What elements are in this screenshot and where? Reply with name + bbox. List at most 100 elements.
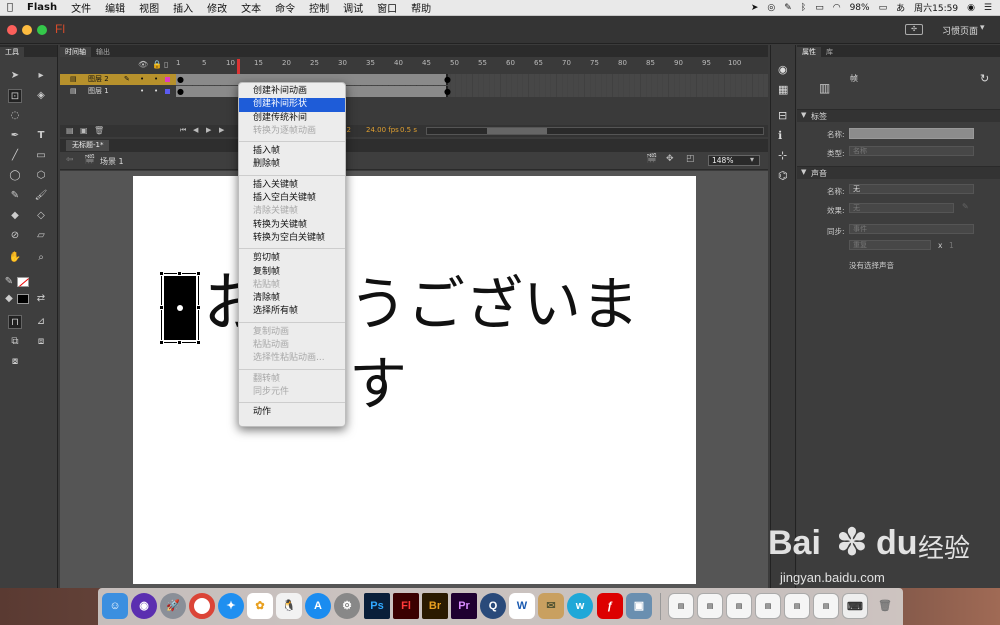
delete-layer-icon[interactable]: 🗑 bbox=[94, 126, 104, 135]
screenshot-thumbnail-icon[interactable]: ▤ bbox=[668, 593, 694, 619]
context-menu-item[interactable]: 转换为关键帧 bbox=[239, 219, 345, 232]
word-icon[interactable]: W bbox=[509, 593, 535, 619]
hand-tool-icon[interactable]: ✋ bbox=[8, 251, 22, 265]
outline-color-swatch[interactable] bbox=[165, 89, 170, 94]
rectangle-tool-icon[interactable]: ▭ bbox=[34, 149, 48, 163]
zoom-window-button[interactable] bbox=[37, 25, 47, 35]
object-drawing-icon[interactable]: ⊓ bbox=[8, 315, 22, 329]
layer-name[interactable]: 图层 1 bbox=[88, 87, 109, 95]
transform-handle[interactable] bbox=[177, 271, 182, 276]
fill-color-icon[interactable]: ◆ bbox=[2, 292, 16, 306]
transform-handle[interactable] bbox=[159, 271, 164, 276]
menu-file[interactable]: 文件 bbox=[64, 0, 98, 15]
sound-name-select[interactable]: 无 bbox=[849, 184, 974, 194]
brush-tool-icon[interactable]: 🖌 bbox=[34, 189, 48, 203]
launchpad-icon[interactable]: 🚀 bbox=[160, 593, 186, 619]
tab-timeline[interactable]: 时间轴 bbox=[60, 47, 91, 57]
document-tab[interactable]: 无标题-1* bbox=[66, 140, 110, 151]
menu-text[interactable]: 文本 bbox=[234, 0, 268, 15]
system-preferences-icon[interactable]: ⚙ bbox=[334, 593, 360, 619]
menu-help[interactable]: 帮助 bbox=[404, 0, 438, 15]
menu-debug[interactable]: 调试 bbox=[336, 0, 370, 15]
sync-icon[interactable]: ◎ bbox=[767, 3, 775, 13]
sync-select[interactable]: 事件 bbox=[849, 224, 974, 234]
stage[interactable]: お うございます bbox=[133, 176, 696, 584]
send-icon[interactable]: ➤ bbox=[751, 3, 759, 13]
premiere-icon[interactable]: Pr bbox=[451, 593, 477, 619]
screenshot-thumbnail-icon[interactable]: ▤ bbox=[697, 593, 723, 619]
ink-bottle-tool-icon[interactable]: ◇ bbox=[34, 209, 48, 223]
input-method-icon[interactable]: あ bbox=[896, 1, 905, 14]
flash-app-icon[interactable]: Fl bbox=[393, 593, 419, 619]
3d-rotation-tool-icon[interactable]: ◈ bbox=[34, 89, 48, 103]
siri-icon[interactable]: ◉ bbox=[131, 593, 157, 619]
paint-bucket-tool-icon[interactable]: ◆ bbox=[8, 209, 22, 223]
siri-icon[interactable]: ◉ bbox=[967, 3, 975, 13]
photoshop-icon[interactable]: Ps bbox=[364, 593, 390, 619]
context-menu-item[interactable]: 转换为空白关键帧 bbox=[239, 232, 345, 245]
oval-tool-icon[interactable]: ◯ bbox=[8, 169, 22, 183]
menu-modify[interactable]: 修改 bbox=[200, 0, 234, 15]
new-layer-icon[interactable]: ▤ bbox=[66, 126, 74, 135]
transform-center-point[interactable] bbox=[177, 305, 183, 311]
sync-settings-icon[interactable]: ✣ bbox=[905, 24, 923, 35]
keyframe-marker[interactable]: ● bbox=[444, 87, 451, 96]
frame-rate[interactable]: 24.00 fps bbox=[366, 126, 399, 134]
chrome-icon[interactable] bbox=[189, 593, 215, 619]
context-menu-item[interactable]: 创建补间形状 bbox=[239, 98, 345, 112]
battery-icon[interactable]: ▭ bbox=[879, 3, 888, 13]
smooth-icon[interactable]: ⧉ bbox=[8, 335, 22, 349]
menu-edit[interactable]: 编辑 bbox=[98, 0, 132, 15]
transform-handle[interactable] bbox=[159, 305, 164, 310]
label-section-header[interactable]: ▼ 标签 bbox=[797, 109, 1000, 122]
swatches-icon[interactable]: ▦ bbox=[778, 83, 788, 96]
swap-colors-icon[interactable]: ⇄ bbox=[34, 292, 48, 306]
free-transform-tool-icon[interactable]: ⊡ bbox=[8, 89, 22, 103]
fill-color-swatch[interactable] bbox=[17, 294, 29, 304]
center-stage-icon[interactable]: ✥ bbox=[666, 154, 674, 164]
scrollbar-thumb[interactable] bbox=[487, 128, 547, 134]
context-menu-item[interactable]: 剪切帧 bbox=[239, 252, 345, 265]
selected-shape[interactable] bbox=[161, 273, 199, 343]
app-menu[interactable]: Flash bbox=[20, 2, 64, 13]
edit-envelope-icon[interactable]: ✎ bbox=[962, 202, 969, 211]
screenshot-thumbnail-icon[interactable]: ▤ bbox=[784, 593, 810, 619]
screenshot-thumbnail-icon[interactable]: ▤ bbox=[813, 593, 839, 619]
timeline-scrollbar[interactable] bbox=[426, 127, 764, 135]
transform-handle[interactable] bbox=[196, 271, 201, 276]
sound-section-header[interactable]: ▼ 声音 bbox=[797, 166, 1000, 179]
context-menu-item[interactable]: 创建补间动画 bbox=[239, 85, 345, 98]
back-arrow-icon[interactable]: ⇦ bbox=[66, 155, 74, 165]
outline-all-icon[interactable]: ▯ bbox=[164, 60, 168, 69]
go-to-first-frame-icon[interactable]: ⏮ bbox=[180, 126, 186, 135]
visibility-dot[interactable]: • bbox=[140, 74, 144, 85]
preview-icon[interactable]: ✉ bbox=[538, 593, 564, 619]
bridge-icon[interactable]: Br bbox=[422, 593, 448, 619]
stroke-color-swatch[interactable] bbox=[17, 277, 29, 287]
text-tool-icon[interactable]: T bbox=[34, 129, 48, 143]
keyboard-viewer-icon[interactable]: ⌨ bbox=[842, 593, 868, 619]
eyedropper-tool-icon[interactable]: ⊘ bbox=[8, 229, 22, 243]
workspace-switcher[interactable]: 习惯页面 bbox=[942, 24, 978, 37]
pen-tool-icon[interactable]: ✒ bbox=[8, 129, 22, 143]
context-menu-item[interactable]: 选择所有帧 bbox=[239, 305, 345, 318]
collapse-icon[interactable]: ▼ bbox=[801, 168, 806, 176]
menu-control[interactable]: 控制 bbox=[302, 0, 336, 15]
code-snippets-icon[interactable]: ⌬ bbox=[778, 169, 788, 182]
transform-handle[interactable] bbox=[196, 305, 201, 310]
screenshot-thumbnail-icon[interactable]: ▤ bbox=[755, 593, 781, 619]
motion-presets-icon[interactable]: ◉ bbox=[778, 63, 788, 76]
tab-output[interactable]: 输出 bbox=[91, 47, 115, 57]
battery-percent[interactable]: 98% bbox=[850, 3, 870, 13]
tab-library[interactable]: 库 bbox=[821, 47, 838, 57]
workspace-dropdown-icon[interactable]: ▾ bbox=[980, 23, 985, 33]
type-select[interactable]: 名称 bbox=[849, 146, 974, 156]
context-menu-item[interactable]: 插入空白关键帧 bbox=[239, 192, 345, 205]
keyframe-marker[interactable]: ● bbox=[177, 87, 184, 96]
bird-icon[interactable]: ✎ bbox=[784, 3, 792, 13]
frame-ruler[interactable]: 1 5 10 15 20 25 30 35 40 45 50 55 60 65 … bbox=[176, 59, 768, 71]
selection-tool-icon[interactable]: ➤ bbox=[8, 69, 22, 83]
finder-icon[interactable]: ☺ bbox=[102, 593, 128, 619]
new-folder-icon[interactable]: ▣ bbox=[80, 126, 88, 135]
line-tool-icon[interactable]: ╱ bbox=[8, 149, 22, 163]
